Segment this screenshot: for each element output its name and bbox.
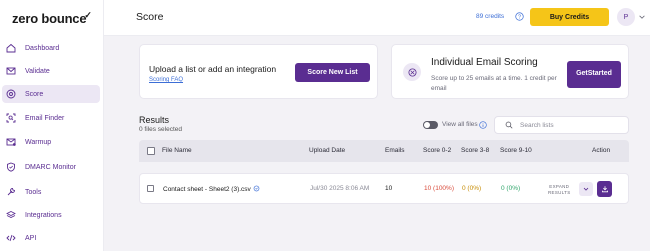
logo-check-icon: ✓ xyxy=(84,10,92,20)
sidebar-item-tools[interactable]: Tools xyxy=(2,183,100,201)
individual-card-title: Individual Email Scoring xyxy=(431,57,538,68)
results-title: Results xyxy=(139,115,170,125)
scoring-badge-icon xyxy=(403,63,421,81)
table-header: File Name Upload Date Emails Score 0-2 S… xyxy=(139,140,629,162)
finder-icon xyxy=(6,113,16,123)
row-upload-date: Jul/30 2025 8:06 AM xyxy=(310,185,370,192)
expand-results-link[interactable]: EXPAND RESULTS xyxy=(548,184,571,196)
column-score-0-2: Score 0-2 xyxy=(423,147,452,154)
credits-link[interactable]: 89 credits xyxy=(476,13,504,20)
sidebar-item-dashboard[interactable]: Dashboard xyxy=(2,39,100,57)
home-icon xyxy=(6,43,16,53)
download-button[interactable] xyxy=(597,181,612,197)
search-icon xyxy=(505,121,513,129)
score-new-list-button[interactable]: Score New List xyxy=(295,63,370,82)
top-header: Score 89 credits ? Buy Credits P xyxy=(104,0,650,36)
view-all-files-label: View all files xyxy=(442,121,478,128)
help-icon[interactable]: ? xyxy=(515,12,524,21)
refresh-icon[interactable] xyxy=(253,185,260,192)
zerobounce-logo[interactable]: zero bounce✓ xyxy=(12,10,94,26)
tools-icon xyxy=(6,187,16,197)
column-action: Action xyxy=(592,147,611,154)
search-input[interactable] xyxy=(520,121,620,129)
view-all-files-toggle[interactable] xyxy=(423,121,438,129)
sidebar-item-warmup[interactable]: Warmup xyxy=(2,133,100,151)
scoring-faq-link[interactable]: Scoring FAQ xyxy=(149,77,183,83)
envelope-icon xyxy=(6,66,16,76)
row-expand-button[interactable] xyxy=(579,182,593,196)
individual-card-description: Score up to 25 emails at a time. 1 credi… xyxy=(431,75,557,92)
row-score-3-8: 0 (0%) xyxy=(462,185,482,192)
upload-list-card: Upload a list or add an integration Scor… xyxy=(139,44,378,99)
sidebar-item-label: Integrations xyxy=(25,211,62,219)
sidebar-item-label: Validate xyxy=(25,67,50,75)
row-checkbox[interactable] xyxy=(147,185,154,192)
sidebar-item-integrations[interactable]: Integrations xyxy=(2,206,100,224)
sidebar-item-label: DMARC Monitor xyxy=(25,163,76,171)
sidebar-item-label: Email Finder xyxy=(25,114,65,122)
page-title: Score xyxy=(136,11,164,23)
sidebar-item-api[interactable]: API xyxy=(2,229,100,247)
sidebar-item-label: Dashboard xyxy=(25,44,60,52)
sidebar-item-label: Tools xyxy=(25,188,42,196)
column-emails: Emails xyxy=(385,147,405,154)
column-score-9-10: Score 9-10 xyxy=(500,147,532,154)
chevron-down-icon xyxy=(583,187,589,191)
download-icon xyxy=(601,186,608,193)
sidebar-item-label: Warmup xyxy=(25,138,52,146)
warmup-icon xyxy=(6,137,16,147)
upload-card-title: Upload a list or add an integration xyxy=(149,64,277,74)
sidebar-item-score[interactable]: Score xyxy=(2,85,100,103)
column-score-3-8: Score 3-8 xyxy=(461,147,490,154)
row-score-0-2: 10 (100%) xyxy=(424,185,454,192)
sidebar-item-dmarc-monitor[interactable]: DMARC Monitor xyxy=(2,158,100,176)
sidebar-item-label: Score xyxy=(25,90,44,98)
svg-text:?: ? xyxy=(518,14,521,20)
code-icon xyxy=(6,233,16,243)
shield-icon xyxy=(6,162,16,172)
row-score-9-10: 0 (0%) xyxy=(501,185,521,192)
info-icon[interactable] xyxy=(479,121,487,129)
sidebar-item-email-finder[interactable]: Email Finder xyxy=(2,109,100,127)
get-started-button[interactable]: Get Started xyxy=(567,61,621,88)
row-file-name[interactable]: Contact sheet - Sheet2 (3).csv xyxy=(163,185,260,193)
target-icon xyxy=(6,89,16,99)
search-lists-box[interactable] xyxy=(494,116,629,134)
sidebar: zero bounce✓ Dashboard Validate Score Em… xyxy=(0,0,104,251)
table-row: Contact sheet - Sheet2 (3).csv Jul/30 20… xyxy=(139,173,629,204)
individual-scoring-card: Individual Email Scoring Score up to 25 … xyxy=(391,44,629,99)
chevron-down-icon[interactable] xyxy=(638,13,646,21)
select-all-checkbox[interactable] xyxy=(147,147,155,155)
sidebar-item-validate[interactable]: Validate xyxy=(2,62,100,80)
sidebar-item-label: API xyxy=(25,234,37,242)
files-selected-count: 0 files selected xyxy=(139,126,182,133)
column-upload-date: Upload Date xyxy=(309,147,346,154)
row-emails: 10 xyxy=(385,185,393,192)
layers-icon xyxy=(6,210,16,220)
avatar[interactable]: P xyxy=(617,8,635,26)
buy-credits-button[interactable]: Buy Credits xyxy=(530,8,609,26)
column-file-name: File Name xyxy=(162,147,192,154)
